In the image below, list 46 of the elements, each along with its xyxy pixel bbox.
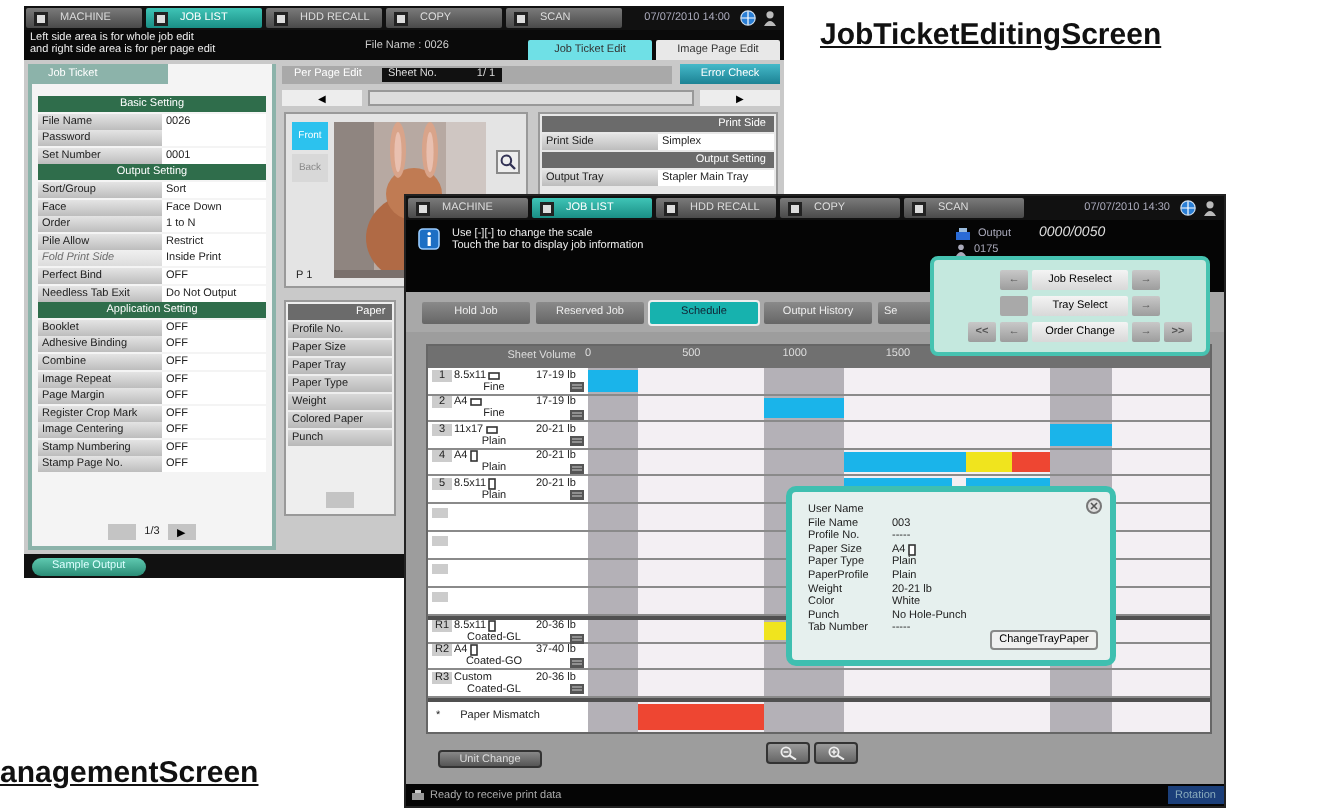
document-icon [34, 11, 48, 25]
zoom-out-icon [779, 745, 797, 760]
globe-icon [740, 10, 756, 26]
document-icon [788, 201, 802, 215]
info-icon [418, 228, 440, 250]
value-field[interactable] [162, 130, 266, 147]
tray-icon [570, 463, 584, 474]
tray-icon [570, 382, 584, 392]
tray-icon [570, 436, 584, 447]
scroll-track[interactable] [368, 90, 694, 106]
zoom-out-button[interactable] [766, 741, 810, 764]
job-bar[interactable] [844, 451, 952, 473]
document-icon [274, 11, 288, 25]
person-icon [1202, 200, 1218, 216]
document-icon [664, 201, 678, 215]
slot-marker [432, 591, 448, 602]
caption: JobTicketEditingScreen [820, 18, 1162, 52]
person-icon [762, 10, 778, 26]
close-button[interactable] [1086, 498, 1102, 514]
zoom-button[interactable] [496, 150, 520, 174]
zoom-in-button[interactable] [814, 741, 858, 764]
tray-icon [570, 490, 584, 501]
job-bar[interactable] [763, 397, 845, 419]
document-icon [540, 201, 554, 215]
zoom-in-icon [827, 745, 845, 760]
person-icon [956, 244, 966, 256]
slot-marker [432, 535, 448, 546]
caption: anagementScreen [0, 756, 259, 790]
tray-icon [570, 657, 584, 668]
document-icon [514, 11, 528, 25]
tray-icon [570, 409, 584, 420]
tray-icon [570, 684, 584, 695]
document-icon [154, 11, 168, 25]
printer-icon [412, 790, 424, 800]
close-icon [1090, 502, 1098, 510]
document-icon [394, 11, 408, 25]
job-bar[interactable] [1011, 451, 1050, 473]
job-bar[interactable] [637, 703, 764, 730]
globe-icon [1180, 200, 1196, 216]
magnifier-icon [500, 154, 516, 170]
slot-marker [432, 563, 448, 574]
document-icon [416, 201, 430, 215]
printer-icon [956, 227, 970, 239]
previous-button[interactable] [108, 524, 137, 540]
document-icon [912, 201, 926, 215]
slot-marker [432, 507, 448, 518]
